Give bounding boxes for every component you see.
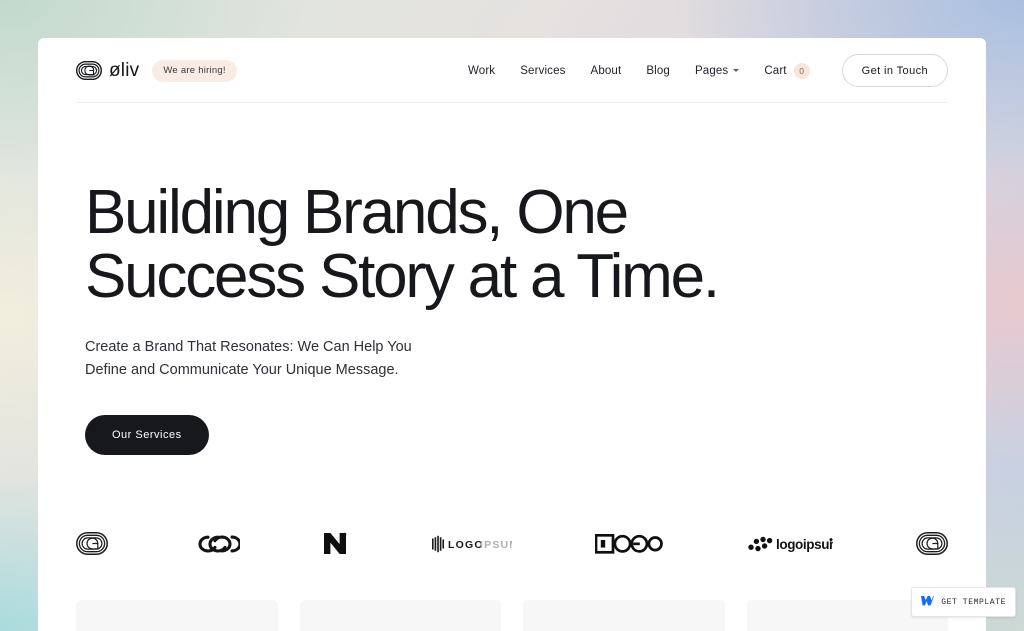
- logoipsum-infinity-mark: [192, 527, 240, 561]
- logoipsum-spiral-mark-2: [916, 527, 948, 561]
- services-card-row: Brand Strategy We help businesses define…: [38, 599, 986, 631]
- hero-section: Building Brands, One Success Story at a …: [38, 103, 986, 455]
- get-in-touch-button[interactable]: Get in Touch: [841, 54, 948, 87]
- client-logo-strip: LOGO IPSUM: [38, 527, 986, 561]
- service-card-digital-marketing[interactable]: Digital Marketing We help businesses to: [523, 599, 725, 631]
- site-header: øliv We are hiring! Work Services About …: [38, 38, 986, 103]
- logoipsum-wordmark-bars: LOGO IPSUM: [431, 527, 512, 561]
- primary-navigation: Work Services About Blog Pages Cart 0 Ge…: [468, 54, 948, 87]
- logoipsum-dots-wordmark: logoipsum: [747, 527, 833, 561]
- hero-title-line-2: Success Story at a Time.: [85, 242, 720, 312]
- nav-item-pages-dropdown[interactable]: Pages: [694, 64, 740, 77]
- oliv-spiral-logo-icon: [76, 61, 102, 80]
- logoipsum-spiral-mark: [76, 527, 108, 561]
- service-card-brand-strategy[interactable]: Brand Strategy We help businesses define: [76, 599, 278, 631]
- chevron-down-icon: [733, 69, 740, 72]
- get-template-label: GET TEMPLATE: [941, 597, 1006, 607]
- service-card-visual-identity[interactable]: Visual Identity We create visual element…: [299, 599, 501, 631]
- cart-label: Cart: [764, 64, 787, 77]
- hiring-badge[interactable]: We are hiring!: [152, 59, 237, 82]
- cart-count-badge: 0: [793, 62, 810, 79]
- nav-item-pages-label: Pages: [694, 64, 729, 77]
- hero-title-line-1: Building Brands, One: [85, 178, 629, 247]
- nav-item-about[interactable]: About: [591, 65, 622, 77]
- brand-zone: øliv We are hiring!: [76, 59, 237, 82]
- hero-subtitle: Create a Brand That Resonates: We Can He…: [85, 336, 485, 383]
- nav-item-blog[interactable]: Blog: [646, 65, 670, 77]
- our-services-button[interactable]: Our Services: [85, 414, 209, 455]
- logoipsum-text: logoipsum: [776, 537, 833, 552]
- webflow-logo-icon: [921, 593, 935, 611]
- brand-wordmark: øliv: [109, 59, 140, 81]
- hero-subtitle-line-1: Create a Brand That Resonates: We Can He…: [85, 338, 412, 355]
- logoipsum-n-mark: [323, 527, 348, 561]
- logo-text-bold: LOGO: [448, 539, 484, 551]
- hero-subtitle-line-2: Define and Communicate Your Unique Messa…: [85, 362, 399, 379]
- page-title: Building Brands, One Success Story at a …: [85, 178, 845, 312]
- nav-item-services[interactable]: Services: [520, 65, 565, 77]
- logo-text-light: IPSUM: [480, 539, 512, 551]
- get-template-badge[interactable]: GET TEMPLATE: [911, 587, 1016, 617]
- nav-item-work[interactable]: Work: [468, 65, 495, 77]
- website-page-sheet: øliv We are hiring! Work Services About …: [38, 38, 986, 631]
- brand-logo-link[interactable]: øliv: [76, 60, 139, 82]
- logoipsum-logo-squares: [595, 527, 663, 561]
- nav-item-cart[interactable]: Cart 0: [764, 62, 810, 79]
